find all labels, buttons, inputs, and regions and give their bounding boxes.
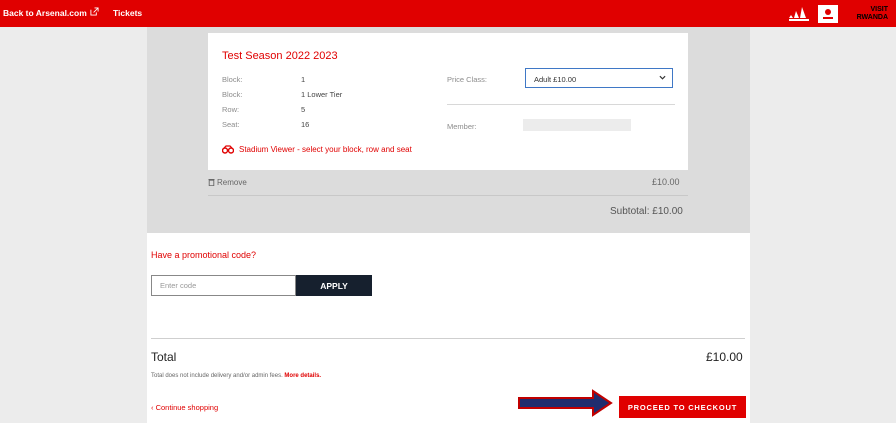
price-class-value: Adult £10.00 xyxy=(534,75,577,84)
line-item-price: £10.00 xyxy=(652,177,680,187)
total-label: Total xyxy=(151,350,177,364)
price-class-label: Price Class: xyxy=(447,75,488,84)
block-tier-label: Block: xyxy=(222,90,243,99)
total-value: £10.00 xyxy=(706,350,743,364)
arrow-pointer-icon xyxy=(518,389,613,417)
member-field[interactable] xyxy=(523,119,631,131)
seat-label: Seat: xyxy=(222,120,240,129)
subtotal: Subtotal: £10.00 xyxy=(610,206,683,217)
row-value: 5 xyxy=(301,105,306,114)
seat-value: 16 xyxy=(301,120,310,129)
more-details-link[interactable]: More details. xyxy=(284,373,321,379)
visit-text: VISIT xyxy=(870,6,888,13)
adidas-logo xyxy=(789,7,809,21)
top-nav-bar: Back to Arsenal.com Tickets VISIT RWANDA xyxy=(0,0,896,27)
block-value: 1 xyxy=(301,75,306,84)
cart-divider xyxy=(208,195,688,196)
member-label: Member: xyxy=(447,122,477,131)
total-note-text: Total does not include delivery and/or a… xyxy=(151,373,283,379)
apply-promo-button[interactable]: APPLY xyxy=(296,275,372,296)
checkout-summary-section xyxy=(147,233,750,423)
tickets-link[interactable]: Tickets xyxy=(113,8,142,18)
remove-ticket-button[interactable]: Remove xyxy=(217,178,247,187)
emirates-logo xyxy=(818,5,838,23)
proceed-to-checkout-button[interactable]: PROCEED TO CHECKOUT xyxy=(619,396,746,418)
stadium-viewer-link[interactable]: Stadium Viewer - select your block, row … xyxy=(239,145,412,154)
total-note: Total does not include delivery and/or a… xyxy=(151,373,321,379)
price-class-select[interactable]: Adult £10.00 xyxy=(525,68,673,88)
continue-shopping-link[interactable]: ‹ Continue shopping xyxy=(151,403,218,412)
block-label: Block: xyxy=(222,75,243,84)
price-divider xyxy=(447,104,675,105)
back-to-arsenal-link[interactable]: Back to Arsenal.com xyxy=(3,8,87,18)
row-label: Row: xyxy=(222,105,240,114)
trash-icon xyxy=(208,179,215,186)
chevron-down-icon xyxy=(659,75,666,80)
visit-rwanda-logo: VISIT RWANDA xyxy=(846,6,888,22)
ticket-title: Test Season 2022 2023 xyxy=(222,50,338,62)
promo-code-input[interactable] xyxy=(151,275,296,296)
total-divider xyxy=(151,338,745,339)
promo-code-heading: Have a promotional code? xyxy=(151,250,257,260)
block-tier-value: 1 Lower Tier xyxy=(301,90,343,99)
binoculars-icon xyxy=(222,145,234,154)
external-link-icon xyxy=(90,7,99,16)
rwanda-text: RWANDA xyxy=(856,14,888,21)
